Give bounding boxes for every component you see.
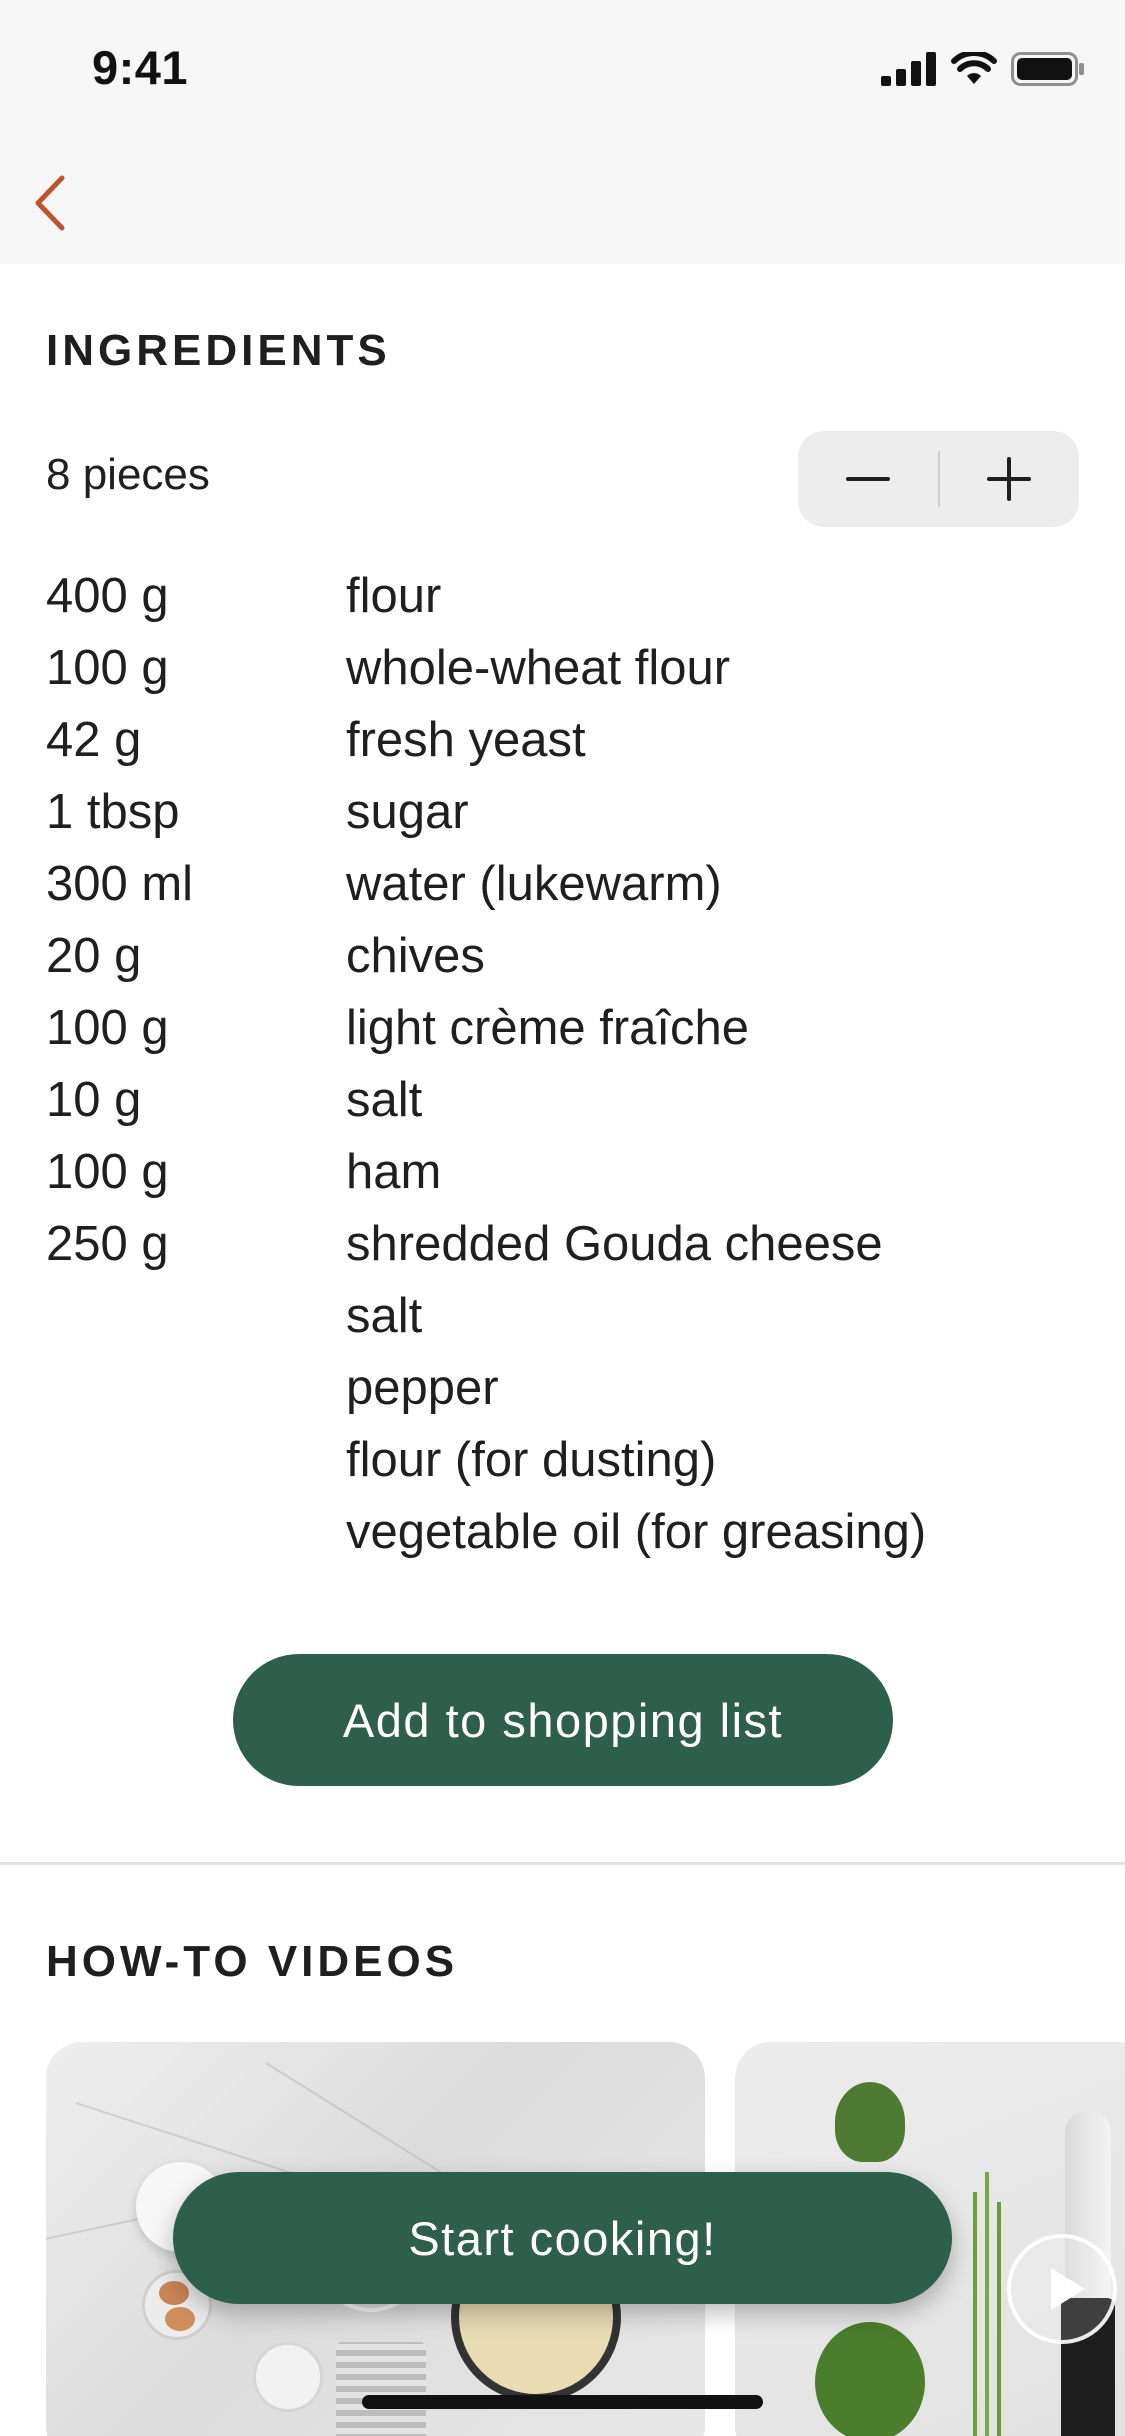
ingredient-name: sugar — [346, 785, 469, 839]
ingredient-row: 100 g whole-wheat flour — [46, 632, 1086, 704]
ingredients-title: INGREDIENTS — [46, 326, 391, 375]
back-button[interactable] — [14, 168, 84, 238]
ingredient-name: water (lukewarm) — [346, 857, 722, 911]
ingredient-name: flour (for dusting) — [346, 1433, 717, 1487]
ingredient-quantity: 250 g — [46, 1217, 169, 1271]
plus-icon — [987, 457, 1032, 501]
ingredient-name: chives — [346, 929, 485, 983]
ingredient-row: 20 g chives — [46, 920, 1086, 992]
wifi-icon — [951, 52, 997, 84]
top-bar: 9:41 — [0, 0, 1125, 264]
chive-image — [997, 2202, 1001, 2436]
ingredient-name: flour — [346, 569, 442, 623]
ingredient-row: 1 tbsp sugar — [46, 776, 1086, 848]
play-icon — [1051, 2268, 1085, 2310]
ingredient-name: light crème fraîche — [346, 1001, 750, 1055]
ingredient-row: 250 g shredded Gouda cheese — [46, 1208, 1086, 1280]
ingredient-row: 400 g flour — [46, 560, 1086, 632]
ingredient-row: 10 g salt — [46, 1064, 1086, 1136]
ingredient-name: salt — [346, 1073, 423, 1127]
ingredient-row: flour (for dusting) — [46, 1424, 1086, 1496]
ingredient-name: fresh yeast — [346, 713, 586, 767]
status-icons — [881, 52, 1085, 86]
ingredient-quantity: 1 tbsp — [46, 785, 180, 839]
start-cooking-button[interactable]: Start cooking! — [173, 2172, 952, 2304]
chive-image — [985, 2172, 989, 2436]
servings-label: 8 pieces — [46, 450, 210, 499]
ingredient-quantity: 300 ml — [46, 857, 194, 911]
ingredient-row: pepper — [46, 1352, 1086, 1424]
ingredient-row: 300 ml water (lukewarm) — [46, 848, 1086, 920]
ingredient-name: salt — [346, 1289, 423, 1343]
ingredient-quantity: 10 g — [46, 1073, 142, 1127]
towel-image — [336, 2342, 426, 2436]
ingredient-quantity: 100 g — [46, 641, 169, 695]
ingredient-name: shredded Gouda cheese — [346, 1217, 883, 1271]
play-button[interactable] — [1007, 2234, 1117, 2344]
ingredient-name: pepper — [346, 1361, 499, 1415]
ingredient-quantity: 20 g — [46, 929, 142, 983]
chive-image — [973, 2192, 977, 2436]
herb-image — [835, 2082, 905, 2162]
increase-servings-button[interactable] — [940, 431, 1080, 527]
recipe-screen: 9:41 INGREDIENTS 8 pieces 400 g flour 10… — [0, 0, 1125, 2436]
ingredient-row: 100 g light crème fraîche — [46, 992, 1086, 1064]
ingredient-quantity: 42 g — [46, 713, 142, 767]
ingredient-row: vegetable oil (for greasing) — [46, 1496, 1086, 1568]
ingredient-row: 42 g fresh yeast — [46, 704, 1086, 776]
ingredient-row: 100 g ham — [46, 1136, 1086, 1208]
ingredient-name: vegetable oil (for greasing) — [346, 1505, 927, 1559]
egg-image — [159, 2281, 189, 2305]
ingredient-quantity: 100 g — [46, 1145, 169, 1199]
ingredient-quantity: 400 g — [46, 569, 169, 623]
cellular-signal-icon — [881, 52, 936, 86]
ingredient-list: 400 g flour 100 g whole-wheat flour 42 g fr… — [46, 560, 1086, 1568]
egg-image — [165, 2307, 195, 2331]
home-indicator[interactable] — [362, 2395, 763, 2409]
glass-bowl-image — [253, 2342, 323, 2412]
battery-icon — [1011, 52, 1084, 86]
parsley-image — [815, 2322, 925, 2436]
add-to-shopping-list-button[interactable]: Add to shopping list — [233, 1654, 893, 1786]
minus-icon — [845, 477, 890, 481]
status-time: 9:41 — [92, 41, 189, 94]
section-divider — [0, 1862, 1125, 1865]
chevron-left-icon — [35, 175, 65, 231]
how-to-videos-title: HOW-TO VIDEOS — [46, 1937, 459, 1986]
ingredient-quantity: 100 g — [46, 1001, 169, 1055]
ingredient-name: whole-wheat flour — [346, 641, 731, 695]
ingredient-row: salt — [46, 1280, 1086, 1352]
ingredient-name: ham — [346, 1145, 442, 1199]
decrease-servings-button[interactable] — [798, 431, 938, 527]
servings-stepper — [798, 431, 1079, 527]
